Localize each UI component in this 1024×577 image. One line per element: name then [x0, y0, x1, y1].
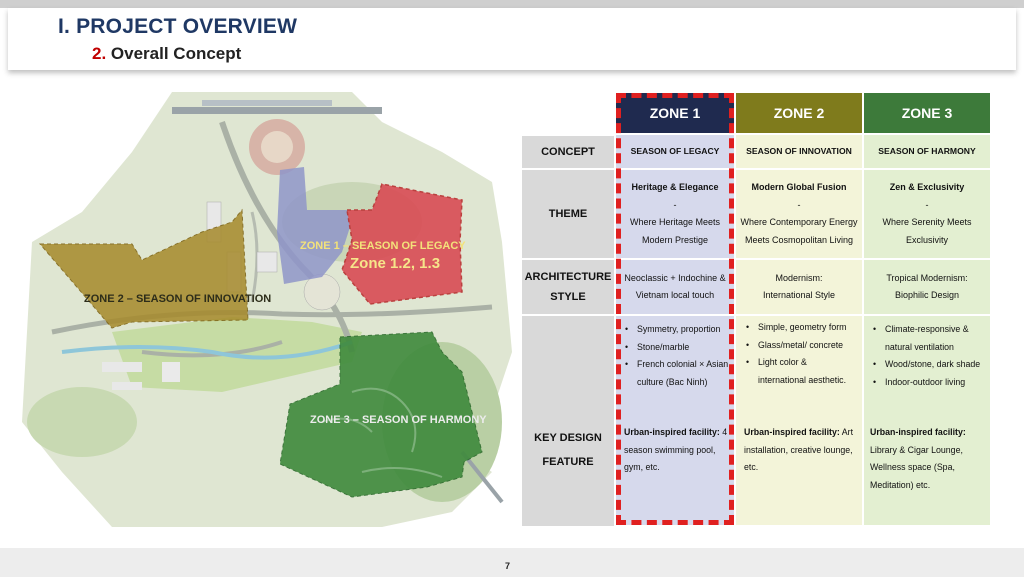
zone3-arch-line1: Tropical Modernism:	[886, 272, 968, 283]
subtitle-text: Overall Concept	[110, 44, 242, 63]
zone2-feature-3b: international aesthetic.	[758, 374, 847, 385]
row-divider	[522, 314, 990, 316]
zone2-facility: Urban-inspired facility: Art installatio…	[744, 424, 862, 477]
zone3-header: ZONE 3	[864, 93, 990, 133]
zone3-theme-dash: -	[925, 199, 929, 210]
zone3-feature-1: Climate-responsive &	[873, 321, 988, 339]
zone2-facility-text2: installation, creative lounge,	[744, 444, 853, 455]
zone2-feature-3: Light color &	[746, 354, 860, 372]
zone2-header: ZONE 2	[736, 93, 862, 133]
zone2-key-features: Simple, geometry form Glass/metal/ concr…	[746, 319, 860, 389]
zone2-feature-1: Simple, geometry form	[746, 319, 860, 337]
page-number: 7	[505, 561, 511, 571]
bottom-bar	[0, 548, 1024, 577]
zone3-theme: Zen & Exclusivity - Where Serenity Meets…	[864, 170, 990, 258]
zone2-theme-line2: Meets Cosmopolitan Living	[744, 234, 854, 245]
zone2-map-label: ZONE 2 – SEASON OF INNOVATION	[84, 293, 272, 305]
row-label-architecture-1: ARCHITECTURE	[524, 271, 612, 283]
zone3-feature-3: Indoor-outdoor living	[873, 374, 988, 392]
row-label-key-design: KEY DESIGN FEATURE	[522, 316, 614, 526]
zone3-theme-title: Zen & Exclusivity	[889, 182, 965, 192]
zone2-arch-line2: International Style	[762, 290, 836, 300]
zone2-arch-line1: Modernism:	[775, 272, 823, 283]
row-label-theme: THEME	[522, 170, 614, 258]
zone1-highlight-frame	[616, 93, 734, 525]
zone3-facility-text3: Wellness space (Spa,	[870, 462, 955, 472]
zone2-facility-text3: etc.	[744, 462, 759, 472]
row-divider	[522, 168, 990, 170]
row-label-key-design-2: FEATURE	[542, 456, 594, 468]
zone3-facility-text4: Meditation) etc.	[870, 479, 931, 490]
row-divider	[522, 258, 990, 260]
row-label-concept: CONCEPT	[522, 136, 614, 168]
zone3-map-label: ZONE 3 – SEASON OF HARMONY	[310, 414, 487, 426]
zone2-facility-text1: Art	[839, 427, 854, 437]
zone3-architecture: Tropical Modernism: Biophilic Design	[864, 260, 990, 314]
zone2-theme-title: Modern Global Fusion	[751, 182, 847, 192]
zone2-concept: SEASON OF INNOVATION	[746, 146, 852, 157]
subtitle-number: 2.	[92, 44, 107, 63]
zone2-facility-label: Urban-inspired facility:	[744, 427, 840, 437]
row-label-key-design-1: KEY DESIGN	[534, 432, 602, 444]
row-label-architecture-2: STYLE	[550, 291, 586, 303]
page-subtitle: 2. Overall Concept	[92, 44, 241, 64]
zone2-architecture: Modernism: International Style	[736, 260, 862, 314]
zone3-key-features: Climate-responsive & natural ventilation…	[873, 321, 988, 391]
zone3-theme-line2: Exclusivity	[905, 234, 948, 245]
zone3-feature-1b: natural ventilation	[885, 341, 954, 352]
zone1-map-sublabel: Zone 1.2, 1.3	[350, 255, 441, 272]
zone3-facility-text2: Library & Cigar Lounge,	[870, 444, 963, 455]
page-title: I. PROJECT OVERVIEW	[58, 15, 298, 38]
zone2-feature-2: Glass/metal/ concrete	[746, 337, 860, 355]
zone2-theme-line1: Where Contemporary Energy	[740, 217, 858, 227]
zone2-theme-dash: -	[797, 199, 801, 210]
zone3-facility-label: Urban-inspired facility:	[870, 427, 966, 437]
zone3-concept: SEASON OF HARMONY	[878, 146, 976, 157]
zone2-theme: Modern Global Fusion - Where Contemporar…	[736, 170, 862, 258]
master-plan-map	[22, 92, 512, 527]
zone3-feature-2: Wood/stone, dark shade	[873, 356, 988, 374]
zone3-theme-line1: Where Serenity Meets	[882, 217, 972, 227]
slide: I. PROJECT OVERVIEW 2. Overall Concept Z…	[0, 0, 1024, 577]
top-strip	[0, 0, 1024, 8]
zone1-map-label: ZONE 1 – SEASON OF LEGACY	[300, 240, 466, 252]
zone3-facility: Urban-inspired facility: Library & Cigar…	[870, 424, 988, 494]
row-label-architecture: ARCHITECTURE STYLE	[522, 260, 614, 314]
zone3-arch-line2: Biophilic Design	[894, 290, 960, 300]
